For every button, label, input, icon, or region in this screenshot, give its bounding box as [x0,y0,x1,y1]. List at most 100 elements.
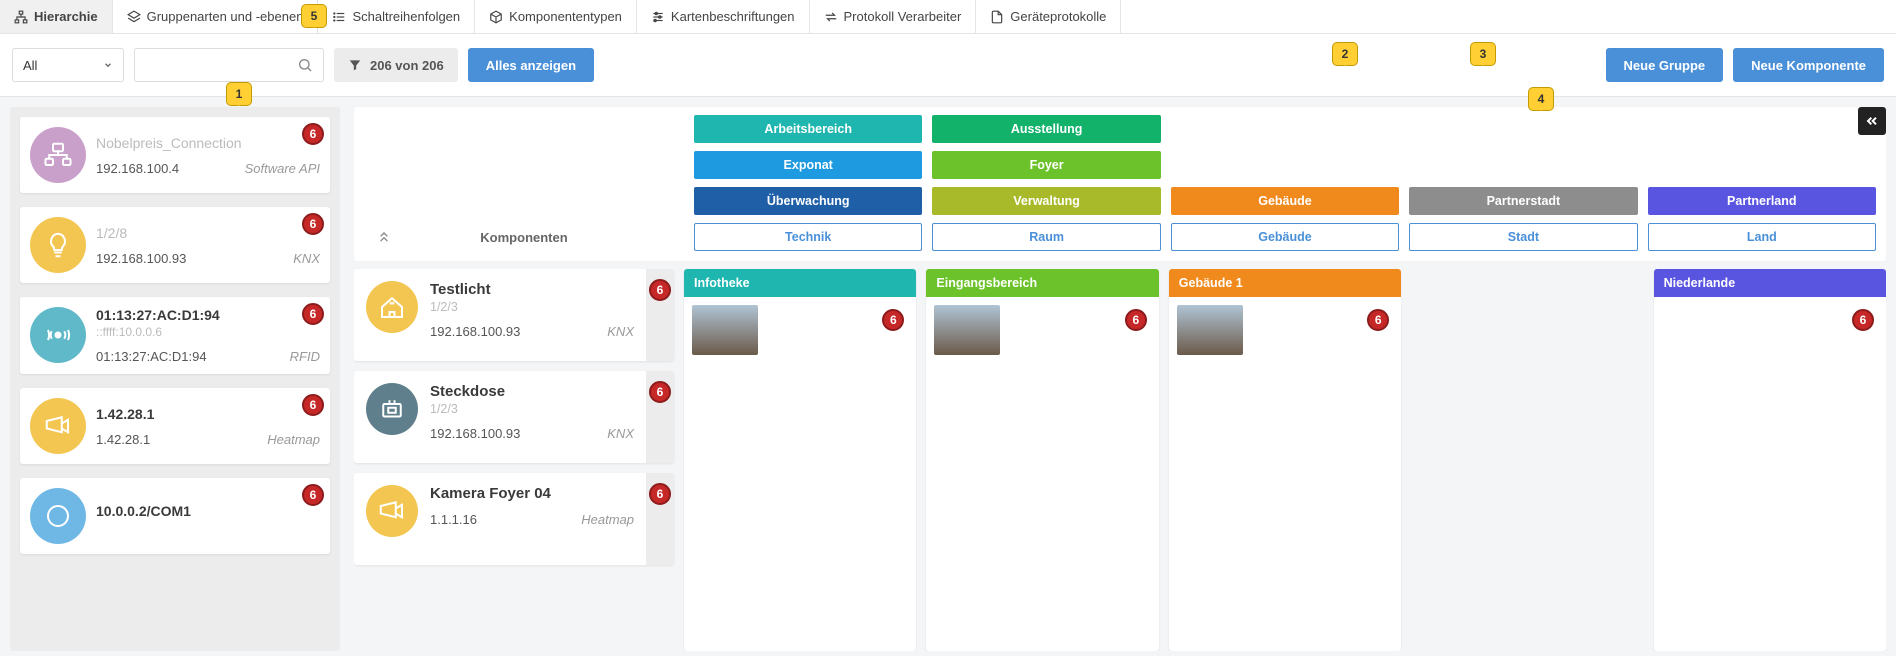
list-item[interactable]: 1/2/8 192.168.100.93KNX 6 [20,207,330,283]
component-type: KNX [607,426,634,441]
category-chip[interactable]: Partnerstadt [1409,187,1637,215]
filter-count-button[interactable]: 206 von 206 [334,48,458,82]
bulb-icon [30,217,86,273]
list-item-type: KNX [293,251,320,266]
list-item-title: 10.0.0.2/COM1 [96,503,320,519]
house-plug-icon [366,281,418,333]
search-icon [297,57,313,73]
list-item[interactable]: 01:13:27:AC:D1:94 ::ffff:10.0.0.6 01:13:… [20,297,330,374]
callout-1: 1 [226,82,252,106]
exchange-icon [824,10,838,24]
camera-icon [30,398,86,454]
component-card[interactable]: Steckdose 1/2/3 192.168.100.93KNX 6 [354,371,674,463]
callout-3: 3 [1470,42,1496,66]
status-badge: 6 [302,123,324,145]
status-badge: 6 [302,213,324,235]
component-side: 6 [646,269,674,361]
group-col-1[interactable]: Infotheke 6 [684,269,916,651]
component-list[interactable]: Nobelpreis_Connection 192.168.100.4Softw… [10,107,340,651]
group-thumbnail [934,305,1000,355]
category-chip[interactable]: Foyer [932,151,1160,179]
category-chip[interactable]: Gebäude [1171,223,1399,251]
list-item-title: 1.42.28.1 [96,406,320,422]
status-badge: 6 [649,279,671,301]
show-all-button[interactable]: Alles anzeigen [468,48,594,82]
component-sub: 1/2/3 [430,300,634,314]
category-chip[interactable]: Ausstellung [932,115,1160,143]
komponenten-column-label: Komponenten [364,223,684,251]
collapse-up-icon[interactable] [376,229,392,245]
chevron-down-icon [103,60,113,70]
category-chip[interactable]: Exponat [694,151,922,179]
callout-4: 4 [1528,87,1554,111]
group-header[interactable]: Infotheke [684,269,916,297]
tab-hierarchie[interactable]: Hierarchie [0,0,113,33]
group-body[interactable]: 6 [1169,297,1401,651]
group-col-5[interactable]: Niederlande 6 [1654,269,1886,651]
category-chip[interactable]: Verwaltung [932,187,1160,215]
group-body[interactable]: 6 [684,297,916,651]
category-chip[interactable]: Arbeitsbereich [694,115,922,143]
status-badge: 6 [302,303,324,325]
tab-protokoll-verarbeiter[interactable]: Protokoll Verarbeiter [810,0,977,33]
component-sub: 1/2/3 [430,402,634,416]
tab-schaltreihenfolgen[interactable]: Schaltreihenfolgen [318,0,475,33]
component-info: Kamera Foyer 04 1.1.1.16Heatmap [430,485,634,553]
rfid-icon [30,307,86,363]
status-badge: 6 [649,483,671,505]
category-header: Komponenten Arbeitsbereich Ausstellung Exp… [354,107,1886,261]
tab-kartenbeschriftungen[interactable]: Kartenbeschriftungen [637,0,810,33]
tab-komponententypen[interactable]: Komponententypen [475,0,637,33]
new-group-button[interactable]: Neue Gruppe [1606,48,1724,82]
tab-geraeteprotokolle[interactable]: Geräteprotokolle [976,0,1121,33]
list-item-title: Nobelpreis_Connection [96,135,320,151]
network-icon [30,127,86,183]
list-item-info: Nobelpreis_Connection 192.168.100.4Softw… [96,127,320,183]
top-nav: Hierarchie Gruppenarten und -ebenen Scha… [0,0,1896,34]
collapse-panel-button[interactable] [1858,107,1886,135]
tab-gruppenarten[interactable]: Gruppenarten und -ebenen [113,0,319,33]
list-item-sub: ::ffff:10.0.0.6 [96,325,320,339]
status-badge: 6 [882,309,904,331]
group-body[interactable]: 6 [1654,297,1886,651]
component-type: KNX [607,324,634,339]
layers-icon [127,10,141,24]
category-chip[interactable]: Technik [694,223,922,251]
sliders-icon [651,10,665,24]
group-header[interactable]: Niederlande [1654,269,1886,297]
group-col-3[interactable]: Gebäude 1 6 [1169,269,1401,651]
hierarchy-icon [14,10,28,24]
status-badge: 6 [302,394,324,416]
category-chip[interactable]: Überwachung [694,187,922,215]
group-thumbnail [692,305,758,355]
component-card[interactable]: Kamera Foyer 04 1.1.1.16Heatmap 6 [354,473,674,565]
list-item[interactable]: 10.0.0.2/COM1 6 [20,478,330,554]
group-col-2[interactable]: Eingangsbereich 6 [926,269,1158,651]
group-header[interactable]: Eingangsbereich [926,269,1158,297]
category-chip[interactable]: Stadt [1409,223,1637,251]
list-item[interactable]: 1.42.28.1 1.42.28.1 Heatmap 6 [20,388,330,464]
category-chip[interactable]: Partnerland [1648,187,1876,215]
right-area: Komponenten Arbeitsbereich Ausstellung Exp… [354,107,1886,651]
category-chip[interactable]: Land [1648,223,1876,251]
body-grid: Testlicht 1/2/3 192.168.100.93KNX 6 Stec… [354,269,1886,651]
component-info: Testlicht 1/2/3 192.168.100.93KNX [430,281,634,349]
group-header[interactable]: Gebäude 1 [1169,269,1401,297]
component-card[interactable]: Testlicht 1/2/3 192.168.100.93KNX 6 [354,269,674,361]
category-chip[interactable]: Gebäude [1171,187,1399,215]
filter-select-all[interactable]: All [12,48,124,82]
list-item-type: Software API [245,161,320,176]
list-item-address: 1.42.28.1 [96,432,150,447]
component-title: Steckdose [430,383,634,400]
list-icon [332,10,346,24]
list-item-address: 192.168.100.93 [96,251,186,266]
category-chip[interactable]: Raum [932,223,1160,251]
group-body[interactable]: 6 [926,297,1158,651]
list-item[interactable]: Nobelpreis_Connection 192.168.100.4Softw… [20,117,330,193]
list-item-type: Heatmap [267,432,320,447]
funnel-icon [348,58,362,72]
list-item-type: RFID [290,349,320,364]
camera-icon [366,485,418,537]
new-component-button[interactable]: Neue Komponente [1733,48,1884,82]
search-input[interactable] [134,48,324,82]
